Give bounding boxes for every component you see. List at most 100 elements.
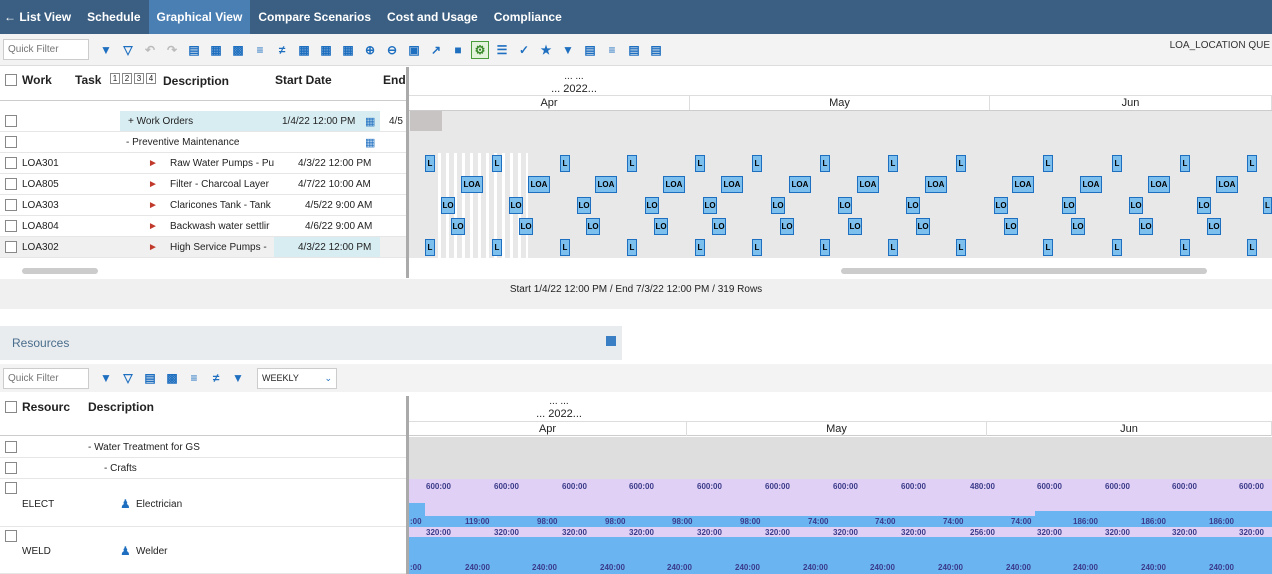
column-task[interactable]: Task [75,73,101,87]
resource-name[interactable]: Electrician [136,499,182,510]
calendar-icon[interactable]: ▦ [365,136,375,149]
table-row[interactable]: + Work Orders 1/4/22 12:00 PM ▦ 4/5 [0,111,406,132]
gantt-bar[interactable]: L [492,155,502,172]
redo-icon[interactable]: ↷ [163,41,181,59]
gantt-bar[interactable]: LOA [528,176,550,193]
tab-compliance[interactable]: Compliance [486,0,570,34]
maximize-icon[interactable] [606,336,616,346]
clear-filter-icon[interactable]: ▽ [119,369,137,387]
row-work[interactable]: LOA805 [22,179,59,190]
table-row[interactable]: LOA805 ► Filter - Charcoal Layer 4/7/22 … [0,174,406,195]
row-description[interactable]: Claricones Tank - Tank [170,200,271,211]
gantt-bar[interactable]: L [888,239,898,256]
columns-icon[interactable]: ☰ [493,41,511,59]
gantt-bar[interactable]: LOA [461,176,483,193]
tab-cost-and-usage[interactable]: Cost and Usage [379,0,486,34]
group-label[interactable]: - Water Treatment for GS [88,442,200,453]
gantt-bar[interactable]: L [1112,155,1122,172]
calendar-week-icon[interactable]: ▦ [295,41,313,59]
resources-quick-filter-input[interactable] [3,367,89,389]
report-alt-icon[interactable]: ▤ [625,41,643,59]
row-description[interactable]: + Work Orders [128,116,193,127]
gantt-bar[interactable]: L [425,239,435,256]
gantt-bar[interactable]: LO [577,197,591,214]
export-icon[interactable]: ▦ [207,41,225,59]
resource-row[interactable]: ELECT ♟ Electrician [0,479,406,527]
row-checkbox[interactable] [5,178,17,190]
hierarchy-icon[interactable]: ▩ [229,41,247,59]
gantt-bar[interactable]: LO [1207,218,1221,235]
level-2-button[interactable]: 2 [122,73,132,84]
collapse-levels-icon[interactable]: ≠ [207,369,225,387]
tab-schedule[interactable]: Schedule [79,0,148,34]
column-start-date[interactable]: Start Date [275,73,332,87]
level-4-button[interactable]: 4 [146,73,156,84]
collapse-levels-icon[interactable]: ≠ [273,41,291,59]
gantt-bar[interactable]: L [956,155,966,172]
gantt-bar[interactable]: LO [838,197,852,214]
column-work[interactable]: Work [22,73,52,87]
grid-horizontal-scrollbar[interactable] [22,268,98,274]
gantt-bar[interactable]: LO [994,197,1008,214]
gantt-bar[interactable]: LOA [789,176,811,193]
link-tasks-icon[interactable]: ⚙ [471,40,489,59]
row-checkbox[interactable] [5,220,17,232]
row-checkbox[interactable] [5,462,17,474]
table-row[interactable]: LOA303 ► Claricones Tank - Tank 4/5/22 9… [0,195,406,216]
filter-icon[interactable]: ▼ [97,369,115,387]
gantt-bar[interactable]: L [752,155,762,172]
row-checkbox[interactable] [5,482,17,494]
row-work[interactable]: LOA804 [22,221,59,232]
gantt-bar[interactable]: LO [780,218,794,235]
gantt-bar[interactable]: L [627,155,637,172]
row-description[interactable]: Filter - Charcoal Layer [170,179,269,190]
gantt-bar[interactable]: LO [441,197,455,214]
row-checkbox[interactable] [5,157,17,169]
filter-settings-icon[interactable]: ▼ [229,369,247,387]
gantt-bar[interactable]: LO [848,218,862,235]
gantt-bar[interactable]: LO [712,218,726,235]
gantt-bar[interactable]: LO [1197,197,1211,214]
truck-icon[interactable]: ■ [449,41,467,59]
gantt-bar[interactable]: LO [703,197,717,214]
gantt-horizontal-scrollbar[interactable] [841,268,1207,274]
gantt-bar[interactable]: L [1247,155,1257,172]
gantt-bar[interactable]: L [1263,197,1272,214]
gantt-bar[interactable]: LOA [721,176,743,193]
column-end[interactable]: End [383,73,406,87]
list-view-back-tab[interactable]: ← List View [0,0,79,34]
gantt-bar[interactable]: L [1180,239,1190,256]
gantt-bar[interactable]: L [820,239,830,256]
row-checkbox[interactable] [5,241,17,253]
level-3-button[interactable]: 3 [134,73,144,84]
gantt-bar[interactable]: L [627,239,637,256]
gantt-bar[interactable]: LO [1139,218,1153,235]
row-work[interactable]: LOA301 [22,158,59,169]
row-work[interactable]: LOA303 [22,200,59,211]
gantt-bar[interactable]: L [1180,155,1190,172]
stack-icon[interactable]: ▤ [647,41,665,59]
calendar-icon[interactable]: ▦ [365,115,375,128]
gantt-bar[interactable]: LOA [663,176,685,193]
gantt-bar[interactable]: LO [1071,218,1085,235]
gantt-bar[interactable]: L [1043,155,1053,172]
row-description[interactable]: - Preventive Maintenance [126,137,239,148]
report-icon[interactable]: ▤ [581,41,599,59]
gantt-bar[interactable]: LOA [595,176,617,193]
zoom-in-icon[interactable]: ⊕ [361,41,379,59]
gantt-bar[interactable]: L [956,239,966,256]
row-description[interactable]: High Service Pumps - [170,242,267,253]
gantt-bar[interactable]: LOA [925,176,947,193]
print-icon[interactable]: ▤ [141,369,159,387]
gantt-bar[interactable]: L [1247,239,1257,256]
gantt-bar[interactable]: L [752,239,762,256]
gantt-bar[interactable]: L [695,155,705,172]
zoom-out-icon[interactable]: ⊖ [383,41,401,59]
gantt-bar[interactable]: LOA [1148,176,1170,193]
resources-icon[interactable]: ★ [537,41,555,59]
check-settings-icon[interactable]: ✓ [515,41,533,59]
column-resource[interactable]: Resourc [22,400,70,414]
table-row[interactable]: - Preventive Maintenance ▦ [0,132,406,153]
row-checkbox[interactable] [5,115,17,127]
tab-graphical-view[interactable]: Graphical View [148,0,251,34]
